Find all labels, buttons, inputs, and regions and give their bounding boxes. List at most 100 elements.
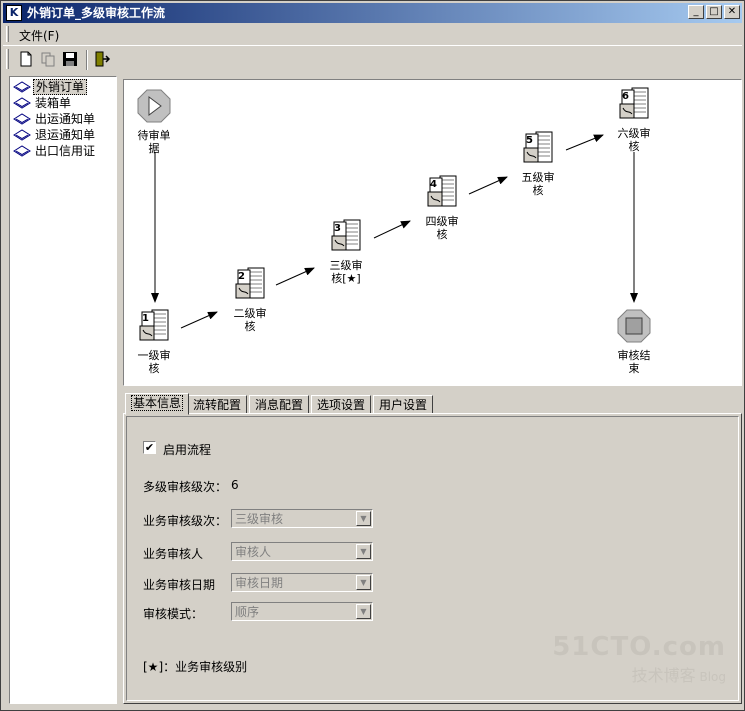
connector-step4-step5 xyxy=(468,176,508,195)
review-date-select[interactable]: 审核日期 ▼ xyxy=(231,573,373,592)
title-bar: K 外销订单_多级审核工作流 _ □ ✕ xyxy=(3,3,742,23)
reviewer-select[interactable]: 审核人 ▼ xyxy=(231,542,373,561)
close-button[interactable]: ✕ xyxy=(724,5,740,19)
basic-info-panel: ✔ 启用流程 多级审核级次： 6 业务审核级次： 三级审核 ▼ 业务审核人 审核… xyxy=(123,413,742,704)
app-icon: K xyxy=(6,5,22,21)
levels-value: 6 xyxy=(231,478,239,492)
chevron-down-icon[interactable]: ▼ xyxy=(356,511,371,526)
book-icon xyxy=(13,97,31,109)
step-label-line2: 核 xyxy=(532,184,544,197)
step-number: 6 xyxy=(622,91,629,102)
end-label-line2: 束 xyxy=(628,362,640,375)
maximize-button[interactable]: □ xyxy=(706,5,722,19)
workflow-step-2[interactable]: 2 二级审 核 xyxy=(220,266,280,333)
review-mode-label: 审核模式： xyxy=(143,607,204,621)
workflow-start-node[interactable]: 待审单 据 xyxy=(124,88,184,155)
connector-step5-step6 xyxy=(565,134,604,151)
main-window: K 外销订单_多级审核工作流 _ □ ✕ 文件(F) 外销订单 装箱单 出运通知… xyxy=(0,0,745,711)
watermark-blog: Blog xyxy=(699,670,726,684)
menu-bar: 文件(F) xyxy=(3,24,742,44)
workflow-step-1[interactable]: 1 一级审 核 xyxy=(124,308,184,375)
connector-step1-step2 xyxy=(180,311,218,329)
step-label-line1: 六级审 xyxy=(617,127,651,140)
toolbar xyxy=(3,45,742,73)
toolbar-separator xyxy=(86,50,88,70)
minimize-button[interactable]: _ xyxy=(688,5,704,19)
step-label-line1: 四级审 xyxy=(425,215,459,228)
biz-level-label: 业务审核级次： xyxy=(143,514,228,528)
step-label-line2: 核 xyxy=(244,320,256,333)
watermark: 51CTO.com 技术博客 Blog xyxy=(552,632,726,686)
step-number: 2 xyxy=(238,271,245,282)
tree-item-shipping-notice[interactable]: 出运通知单 xyxy=(13,111,97,127)
workflow-canvas[interactable]: 待审单 据 1 一级审 核 2 二级审 核 3 三级审 核[★] 4 四级审 核… xyxy=(123,79,742,386)
reviewer-value: 审核人 xyxy=(235,545,272,559)
start-label-line1: 待审单 xyxy=(137,129,171,142)
end-label-line1: 审核结 xyxy=(617,349,651,362)
tree-item-label: 退运通知单 xyxy=(35,128,96,142)
new-icon[interactable] xyxy=(17,50,35,68)
step-number: 5 xyxy=(526,135,533,146)
book-icon xyxy=(13,145,31,157)
biz-level-select[interactable]: 三级审核 ▼ xyxy=(231,509,373,528)
step-label-line1: 一级审 xyxy=(137,349,171,362)
star-note: [★]：业务审核级别 xyxy=(143,660,248,674)
tab-flow-config[interactable]: 流转配置 xyxy=(187,395,248,414)
review-mode-select[interactable]: 顺序 ▼ xyxy=(231,602,373,621)
tab-basic-info[interactable]: 基本信息 xyxy=(125,393,190,415)
chevron-down-icon[interactable]: ▼ xyxy=(356,575,371,590)
levels-label: 多级审核级次： xyxy=(143,480,228,494)
tree-item-export-order[interactable]: 外销订单 xyxy=(13,79,88,95)
step-label-line2: 核 xyxy=(628,140,640,153)
step-label-line2: 核[★] xyxy=(331,272,361,285)
tab-label: 选项设置 xyxy=(317,398,366,412)
watermark-site: 51CTO.com xyxy=(552,632,726,662)
book-icon xyxy=(13,81,31,93)
reviewer-label: 业务审核人 xyxy=(143,547,204,561)
tab-label: 流转配置 xyxy=(193,398,242,412)
step-label-line1: 五级审 xyxy=(521,171,555,184)
step-label-line2: 核 xyxy=(436,228,448,241)
workflow-step-6[interactable]: 6 六级审 核 xyxy=(604,86,664,153)
step-number: 4 xyxy=(430,179,437,190)
chevron-down-icon[interactable]: ▼ xyxy=(356,604,371,619)
menubar-grip xyxy=(6,26,9,42)
tab-label: 消息配置 xyxy=(255,398,304,412)
enable-workflow-label: 启用流程 xyxy=(163,443,212,457)
tab-label: 用户设置 xyxy=(379,398,428,412)
chevron-down-icon[interactable]: ▼ xyxy=(356,544,371,559)
tree-item-packing-list[interactable]: 装箱单 xyxy=(13,95,73,111)
exit-icon[interactable] xyxy=(93,50,111,68)
watermark-blog-cn: 技术博客 xyxy=(631,666,696,685)
tree-item-label: 外销订单 xyxy=(33,79,88,95)
menu-file[interactable]: 文件(F) xyxy=(19,27,59,44)
tree-item-export-lc[interactable]: 出口信用证 xyxy=(13,143,97,159)
tree-item-label: 装箱单 xyxy=(35,96,72,110)
review-date-value: 审核日期 xyxy=(235,576,284,590)
tab-user-settings[interactable]: 用户设置 xyxy=(373,395,434,414)
book-icon xyxy=(13,113,31,125)
tab-options[interactable]: 选项设置 xyxy=(311,395,372,414)
start-label-line2: 据 xyxy=(148,142,160,155)
book-icon xyxy=(13,129,31,141)
connector-step3-step4 xyxy=(373,220,411,239)
workflow-end-node[interactable]: 审核结 束 xyxy=(604,308,664,375)
save-icon[interactable] xyxy=(61,50,79,68)
toolbar-grip xyxy=(6,49,9,69)
document-tree: 外销订单 装箱单 出运通知单 退运通知单 出口信用证 xyxy=(9,76,117,704)
step-label-line2: 核 xyxy=(148,362,160,375)
enable-workflow-checkbox[interactable]: ✔ xyxy=(143,441,156,454)
tree-item-label: 出口信用证 xyxy=(35,144,96,158)
workflow-step-3[interactable]: 3 三级审 核[★] xyxy=(316,218,376,285)
review-date-label: 业务审核日期 xyxy=(143,578,216,592)
step-label-line1: 二级审 xyxy=(233,307,267,320)
tab-label: 基本信息 xyxy=(131,395,184,411)
tree-item-return-notice[interactable]: 退运通知单 xyxy=(13,127,97,143)
tree-item-label: 出运通知单 xyxy=(35,112,96,126)
workflow-step-4[interactable]: 4 四级审 核 xyxy=(412,174,472,241)
biz-level-value: 三级审核 xyxy=(235,512,284,526)
copy-icon[interactable] xyxy=(39,50,57,68)
workflow-step-5[interactable]: 5 五级审 核 xyxy=(508,130,568,197)
tab-message-config[interactable]: 消息配置 xyxy=(249,395,310,414)
connector-step2-step3 xyxy=(275,267,315,286)
